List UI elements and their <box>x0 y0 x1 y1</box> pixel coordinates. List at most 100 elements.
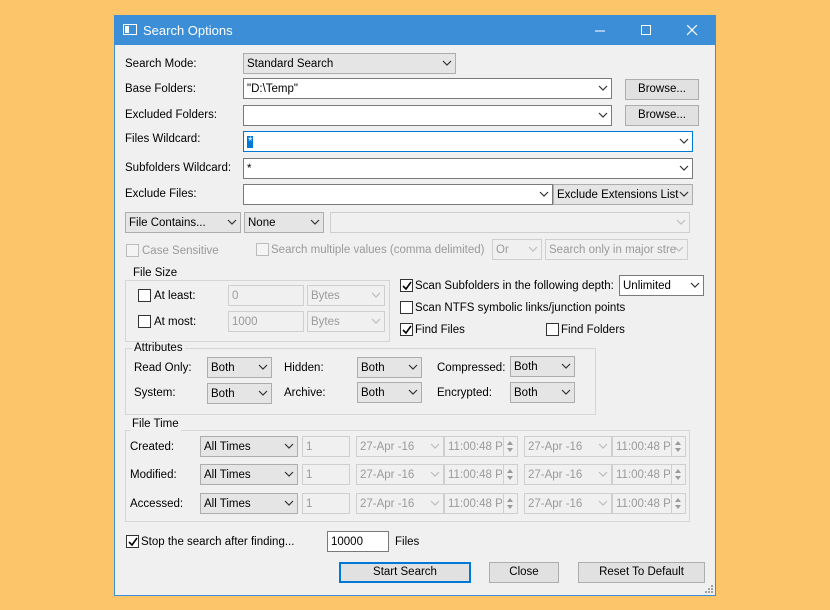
scan-ntfs-checkbox[interactable] <box>400 301 413 314</box>
start-search-button[interactable]: Start Search <box>339 562 471 583</box>
chevron-down-icon <box>674 246 684 252</box>
at-most-unit-select[interactable]: Bytes <box>307 311 385 332</box>
file-time-count-input[interactable]: 1 <box>302 464 350 485</box>
chevron-down-icon <box>284 443 294 449</box>
find-files-checkbox[interactable] <box>400 323 413 336</box>
file-time-count-input[interactable]: 1 <box>302 493 350 514</box>
base-folders-label: Base Folders: <box>125 83 196 95</box>
app-icon <box>123 24 137 35</box>
date-to-value: 27-Apr -16 <box>528 469 583 481</box>
read-only-select[interactable]: Both <box>207 357 272 378</box>
time-to-value: 11:00:48 P <box>616 469 671 481</box>
file-time-date-from[interactable]: 27-Apr -16 <box>356 493 444 514</box>
at-least-checkbox[interactable] <box>138 289 151 302</box>
encrypted-select[interactable]: Both <box>510 382 575 403</box>
compressed-select[interactable]: Both <box>510 356 575 377</box>
at-most-label: At most: <box>154 316 197 328</box>
at-least-unit-select[interactable]: Bytes <box>307 285 385 306</box>
archive-select[interactable]: Both <box>357 382 422 403</box>
search-only-select[interactable]: Search only in major stre <box>545 239 688 260</box>
file-time-date-from[interactable]: 27-Apr -16 <box>356 464 444 485</box>
minimize-button[interactable] <box>577 16 623 45</box>
at-least-input[interactable]: 0 <box>228 285 304 306</box>
exclude-files-input[interactable] <box>243 184 553 205</box>
file-contains-select[interactable]: File Contains... <box>125 212 241 233</box>
chevron-down-icon <box>430 443 440 449</box>
reset-to-default-button[interactable]: Reset To Default <box>578 562 705 583</box>
file-time-date-to[interactable]: 27-Apr -16 <box>524 493 612 514</box>
hidden-label: Hidden: <box>284 362 324 374</box>
file-time-mode-select[interactable]: All Times <box>200 493 298 514</box>
time-from-value: 11:00:48 P <box>448 469 503 481</box>
file-time-time-to[interactable]: 11:00:48 P <box>612 464 686 485</box>
chevron-down-icon <box>679 138 689 144</box>
close-window-button[interactable] <box>669 16 715 45</box>
file-time-time-from[interactable]: 11:00:48 P <box>444 436 518 457</box>
date-from-value: 27-Apr -16 <box>360 498 415 510</box>
file-time-date-from[interactable]: 27-Apr -16 <box>356 436 444 457</box>
maximize-icon <box>640 25 651 35</box>
resize-grip-icon[interactable] <box>703 583 713 593</box>
system-label: System: <box>134 387 176 399</box>
exclude-extensions-select[interactable]: Exclude Extensions List <box>553 184 693 205</box>
chevron-down-icon <box>598 443 608 449</box>
file-time-time-from[interactable]: 11:00:48 P <box>444 464 518 485</box>
browse-base-folders-button[interactable]: Browse... <box>625 79 699 100</box>
close-button[interactable]: Close <box>489 562 559 583</box>
chevron-down-icon <box>284 471 294 477</box>
spinner-icon[interactable] <box>671 465 685 484</box>
file-time-date-to[interactable]: 27-Apr -16 <box>524 436 612 457</box>
at-most-input[interactable]: 1000 <box>228 311 304 332</box>
contains-mode-select[interactable]: None <box>244 212 324 233</box>
find-files-label: Find Files <box>415 324 465 336</box>
spinner-icon[interactable] <box>503 437 517 456</box>
file-time-row-label: Created: <box>130 441 175 453</box>
time-to-value: 11:00:48 P <box>616 441 671 453</box>
file-time-mode-value: All Times <box>204 469 251 481</box>
read-only-label: Read Only: <box>134 362 192 374</box>
maximize-button[interactable] <box>623 16 669 45</box>
or-value: Or <box>496 244 509 256</box>
chevron-down-icon <box>598 500 608 506</box>
hidden-select[interactable]: Both <box>357 357 422 378</box>
title-bar[interactable]: Search Options <box>115 16 715 45</box>
depth-select[interactable]: Unlimited <box>619 275 704 296</box>
excluded-folders-label: Excluded Folders: <box>125 109 218 121</box>
chevron-down-icon <box>408 389 418 395</box>
scan-subfolders-checkbox[interactable] <box>400 279 413 292</box>
files-wildcard-input[interactable]: * <box>243 131 693 152</box>
subfolders-wildcard-input[interactable]: * <box>243 158 693 179</box>
file-time-mode-select[interactable]: All Times <box>200 464 298 485</box>
subfolders-wildcard-value: * <box>247 163 252 175</box>
contains-text-input[interactable] <box>330 212 690 233</box>
search-multiple-checkbox[interactable] <box>256 243 269 256</box>
time-to-value: 11:00:48 P <box>616 498 671 510</box>
file-time-time-to[interactable]: 11:00:48 P <box>612 436 686 457</box>
at-most-unit-value: Bytes <box>311 316 340 328</box>
file-time-time-to[interactable]: 11:00:48 P <box>612 493 686 514</box>
stop-search-count-input[interactable]: 10000 <box>327 531 389 552</box>
system-select[interactable]: Both <box>207 383 272 404</box>
excluded-folders-input[interactable] <box>243 105 612 126</box>
at-most-checkbox[interactable] <box>138 315 151 328</box>
find-folders-checkbox[interactable] <box>546 323 559 336</box>
file-contains-value: File Contains... <box>129 217 206 229</box>
browse-excluded-folders-button[interactable]: Browse... <box>625 105 699 126</box>
chevron-down-icon <box>258 390 268 396</box>
file-time-time-from[interactable]: 11:00:48 P <box>444 493 518 514</box>
case-sensitive-checkbox[interactable] <box>126 244 139 257</box>
spinner-icon[interactable] <box>671 437 685 456</box>
file-time-mode-select[interactable]: All Times <box>200 436 298 457</box>
or-select[interactable]: Or <box>492 239 542 260</box>
spinner-icon[interactable] <box>503 494 517 513</box>
search-mode-select[interactable]: Standard Search <box>243 53 456 74</box>
base-folders-input[interactable]: "D:\Temp" <box>243 78 612 99</box>
spinner-icon[interactable] <box>503 465 517 484</box>
at-least-unit-value: Bytes <box>311 290 340 302</box>
chevron-down-icon <box>561 363 571 369</box>
chevron-down-icon <box>528 246 538 252</box>
spinner-icon[interactable] <box>671 494 685 513</box>
file-time-count-input[interactable]: 1 <box>302 436 350 457</box>
file-time-date-to[interactable]: 27-Apr -16 <box>524 464 612 485</box>
stop-search-checkbox[interactable] <box>126 535 139 548</box>
